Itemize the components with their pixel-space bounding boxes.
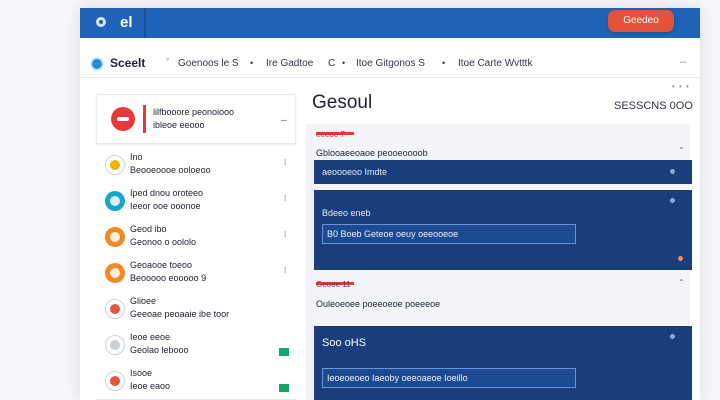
nav-marker-2: •	[342, 58, 346, 68]
nav-item-4[interactable]: Itoe Carte Wvtttk	[458, 58, 532, 69]
brand-logo-icon[interactable]	[92, 59, 102, 69]
list-item-subtitle: Geonoo o oololo	[130, 237, 197, 247]
list-item[interactable]: Ino Beooeoooe ooloeoo I	[96, 146, 296, 184]
minimize-icon[interactable]: –	[680, 56, 686, 68]
list-item[interactable]: Geoaooe toeoo Beooooo eooooo 9 I	[96, 254, 296, 292]
nav-item-3[interactable]: Itoe Gitgonos S	[356, 58, 425, 69]
profile-accent-bar	[143, 105, 146, 133]
page-title: Gesoul	[312, 92, 373, 113]
panel-heading: Ouleoeoee poeeoeoe poeeeoe	[316, 299, 441, 309]
nav-item-1[interactable]: Goenoos le S	[178, 58, 239, 69]
app-title: el	[120, 14, 133, 31]
list-item[interactable]: Isooe Ieoe eaoo	[96, 362, 296, 400]
profile-card[interactable]: lilfbooore peonoiooo ibleoe eeooo –	[96, 94, 296, 144]
top-divider	[144, 8, 146, 38]
primary-action-button[interactable]: Geedeo	[608, 10, 674, 32]
list-item-title: Ino	[130, 152, 143, 162]
card-value: Soo oHS	[322, 337, 367, 349]
chat-icon	[105, 191, 125, 211]
list-item-marker: I	[284, 266, 287, 275]
card-dot-icon	[670, 334, 675, 339]
top-bar: el Geedeo	[80, 8, 700, 38]
card-label: Bdeeo eneb	[322, 208, 371, 218]
list-item-subtitle: Ieoe eaoo	[130, 381, 171, 391]
list-item[interactable]: Glioee Geeoae peoaaie ibe toor	[96, 290, 296, 328]
panel-heading: Gblooaeeoaoe peooeoooob	[316, 148, 428, 158]
nav-marker-3: •	[442, 58, 446, 68]
list-item-marker: I	[284, 194, 287, 203]
list-item-title: Geoaooe toeoo	[130, 260, 193, 270]
total-label: SESSCNS 0OO	[614, 100, 693, 112]
row-text: aeoooeoo Imdte	[322, 167, 388, 177]
list-item-title: Geod ibo	[130, 224, 167, 234]
card-input[interactable]: B0 Boeb Geteoe oeuy oeeooeoe	[322, 224, 576, 244]
brand-name[interactable]: Sceelt	[110, 56, 145, 70]
profile-subtitle: ibleoe eeooo	[153, 120, 205, 130]
panel-tag: Geooe 11	[316, 280, 351, 289]
nav-item-2[interactable]: Ire Gadtoe	[266, 58, 313, 69]
list-item-title: Ieoe eeoe	[130, 332, 171, 342]
check-icon	[279, 348, 289, 356]
user-icon	[105, 227, 125, 247]
list-item-subtitle: Geolao lebooo	[130, 345, 189, 355]
nav-bar: Sceelt ◦ Goenoos le S • Ire Gadtoe C • I…	[80, 48, 700, 78]
nav-marker-1: •	[250, 58, 254, 68]
row-dot-icon	[670, 169, 675, 174]
list-item-title: Iped dnou oroteeo	[130, 188, 204, 198]
detail-card-2[interactable]: Soo oHS Ieoeoeoeo Iaeoby oeeoaeoe Ioeill…	[314, 326, 692, 400]
nav-arrow-1[interactable]: C	[328, 58, 335, 69]
chevron-up-icon[interactable]: ⌃	[678, 278, 685, 287]
list-item-marker: I	[284, 158, 287, 167]
chevron-down-icon[interactable]: ⌄	[678, 142, 685, 151]
detail-card[interactable]: Bdeeo eneb B0 Boeb Geteoe oeuy oeeooeoe	[314, 190, 692, 270]
nav-marker-icon: ◦	[166, 54, 170, 64]
list-item-subtitle: Ieeor ooe ooonoe	[130, 201, 201, 211]
list-item[interactable]: Ieoe eeoe Geolao lebooo	[96, 326, 296, 364]
list-item-subtitle: Beooooo eooooo 9	[130, 273, 207, 283]
circle-icon	[105, 299, 125, 319]
bell-icon	[105, 263, 125, 283]
list-item[interactable]: Geod ibo Geonoo o oololo I	[96, 218, 296, 256]
app-window: el Geedeo Sceelt ◦ Goenoos le S • Ire Ga…	[80, 8, 700, 400]
circle-icon	[105, 371, 125, 391]
collapse-icon[interactable]: –	[281, 115, 287, 126]
status-dot-icon	[678, 256, 683, 261]
list-item-marker: I	[284, 230, 287, 239]
info-row[interactable]: aeoooeoo Imdte	[314, 160, 692, 184]
card-dot-icon	[670, 198, 675, 203]
panel-tag: eeeoe 7	[316, 130, 345, 139]
list-item[interactable]: Iped dnou oroteeo Ieeor ooe ooonoe I	[96, 182, 296, 220]
list-item-subtitle: Beooeoooe ooloeoo	[130, 165, 211, 175]
list-item-title: Isooe	[130, 368, 153, 378]
card-input[interactable]: Ieoeoeoeo Iaeoby oeeoaeoe Ioeillo	[322, 368, 576, 388]
list-item-subtitle: Geeoae peoaaie ibe toor	[130, 309, 230, 319]
more-menu-icon[interactable]: • • •	[672, 82, 690, 91]
list-item-title: Glioee	[130, 296, 157, 306]
circle-icon	[105, 155, 125, 175]
avatar[interactable]	[111, 107, 135, 131]
app-logo-icon[interactable]	[96, 17, 106, 27]
profile-name: lilfbooore peonoiooo	[153, 107, 235, 117]
circle-icon	[105, 335, 125, 355]
check-icon	[279, 384, 289, 392]
